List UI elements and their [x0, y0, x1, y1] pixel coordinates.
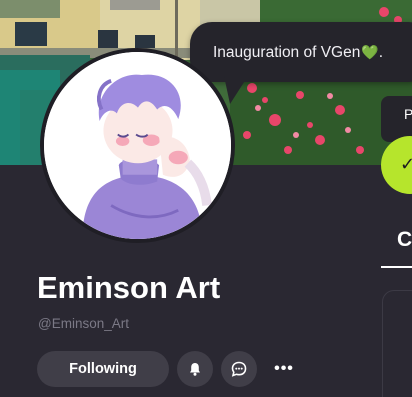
status-text: Inauguration of VGen💚.: [213, 44, 384, 61]
more-options-button[interactable]: •••: [268, 351, 300, 387]
status-bubble-tail: [224, 76, 248, 104]
side-panel-label: P: [404, 106, 412, 122]
profile-page: Inauguration of VGen💚. P ✓ C Eminson Art…: [0, 0, 412, 397]
green-heart-icon: 💚: [361, 44, 379, 60]
notifications-button[interactable]: [177, 351, 213, 387]
check-icon: ✓: [400, 154, 412, 174]
content-card: [382, 290, 412, 397]
display-name: Eminson Art: [37, 270, 221, 305]
chat-bubble-icon: [231, 361, 247, 377]
message-button[interactable]: [221, 351, 257, 387]
following-button[interactable]: Following: [37, 351, 169, 387]
user-handle: @Eminson_Art: [38, 316, 129, 331]
profile-avatar[interactable]: [40, 48, 235, 243]
tab-commissions[interactable]: C: [397, 228, 412, 252]
active-tab-indicator: [381, 266, 412, 268]
bell-icon: [190, 363, 200, 376]
more-horizontal-icon: •••: [274, 360, 294, 377]
